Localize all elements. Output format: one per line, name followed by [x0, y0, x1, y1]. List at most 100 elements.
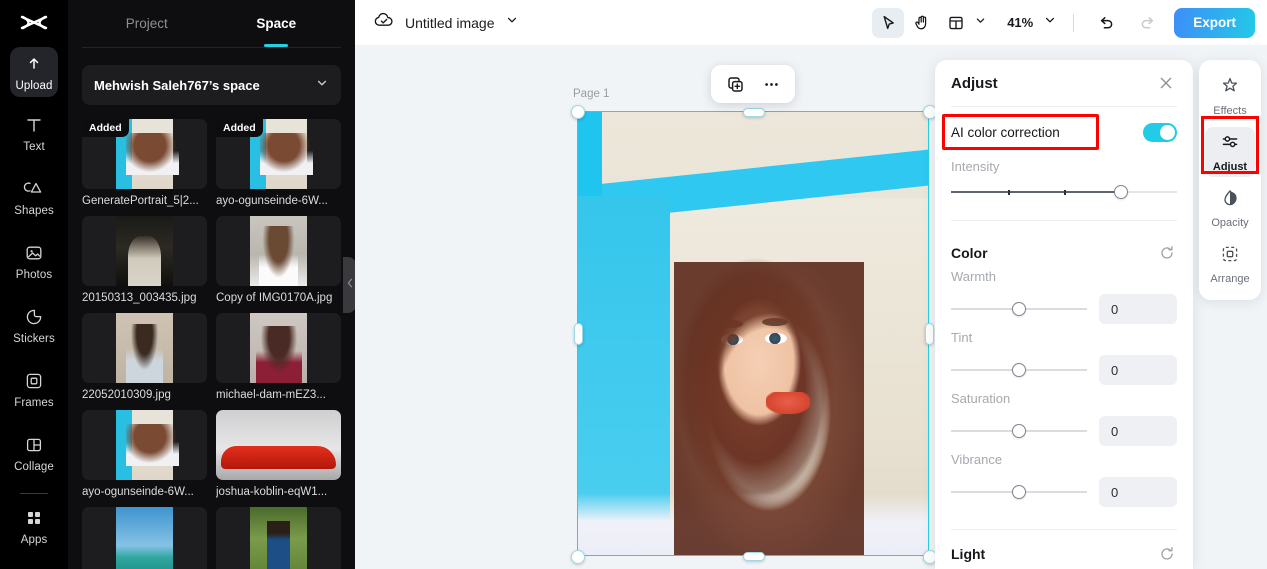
resize-handle-top-left[interactable] [571, 105, 585, 119]
zoom-chevron-down-icon[interactable] [1043, 13, 1057, 32]
top-toolbar: Untitled image 41% Export [355, 0, 1267, 45]
media-item[interactable]: joshua-koblin-eqW1... [216, 410, 341, 498]
tint-label: Tint [951, 330, 973, 345]
toolbar-divider [1073, 13, 1075, 32]
rail-item-label: Adjust [1212, 160, 1248, 173]
header-divider [951, 106, 1177, 107]
light-section-header: Light [951, 544, 1177, 564]
hand-tool-button[interactable] [906, 8, 938, 38]
canvas-image[interactable] [578, 112, 928, 555]
sidebar-item-apps[interactable]: Apps [0, 494, 68, 558]
resize-handle-bottom[interactable] [743, 552, 765, 561]
media-filename: 20150313_003435.jpg [82, 292, 197, 304]
rail-item-arrange[interactable]: Arrange [1199, 236, 1261, 292]
sidebar-item-stickers[interactable]: Stickers [0, 293, 68, 357]
ai-color-correction-toggle[interactable] [1143, 122, 1177, 142]
tint-slider[interactable] [951, 362, 1087, 378]
media-thumbnail[interactable] [216, 410, 341, 480]
media-item[interactable]: 22052010309.jpg [82, 313, 207, 401]
media-thumbnail[interactable] [82, 410, 207, 480]
resize-handle-right[interactable] [925, 323, 934, 345]
layout-chevron-down-icon[interactable] [974, 14, 993, 32]
sidebar-item-shapes[interactable]: Shapes [0, 165, 68, 229]
media-thumbnail[interactable] [216, 313, 341, 383]
sidebar-item-frames[interactable]: Frames [0, 357, 68, 421]
slider-thumb[interactable] [1012, 363, 1026, 377]
media-item[interactable]: Added GeneratePortrait_5|2... [82, 119, 207, 207]
saturation-slider[interactable] [951, 423, 1087, 439]
document-title[interactable]: Untitled image [405, 15, 495, 31]
media-item[interactable]: Added ayo-ogunseinde-6W... [216, 119, 341, 207]
resize-handle-left[interactable] [574, 323, 583, 345]
warmth-value-input[interactable]: 0 [1099, 294, 1177, 324]
media-item[interactable]: michael-dam-mEZ3... [216, 313, 341, 401]
media-thumbnail[interactable]: Added [216, 119, 341, 189]
media-thumbnail[interactable] [82, 313, 207, 383]
slider-thumb[interactable] [1012, 302, 1026, 316]
media-thumbnail[interactable]: Added [82, 119, 207, 189]
media-item[interactable] [216, 507, 341, 569]
zoom-level[interactable]: 41% [1003, 15, 1033, 30]
rail-item-adjust[interactable]: Adjust [1199, 124, 1261, 180]
vibrance-slider[interactable] [951, 484, 1087, 500]
rail-item-opacity[interactable]: Opacity [1199, 180, 1261, 236]
collapse-panel-button[interactable] [343, 256, 355, 313]
artboard[interactable] [578, 112, 928, 555]
media-thumbnail[interactable] [216, 507, 341, 569]
media-item[interactable] [82, 507, 207, 569]
space-selector[interactable]: Mehwish Saleh767’s space [82, 65, 341, 105]
reset-icon[interactable] [1157, 243, 1177, 263]
sidebar-item-label: Photos [15, 268, 53, 281]
sidebar-item-label: Shapes [14, 204, 54, 217]
media-item[interactable]: 20150313_003435.jpg [82, 216, 207, 304]
layout-tool-button[interactable] [940, 8, 972, 38]
resize-handle-top[interactable] [743, 108, 765, 117]
sidebar-item-collage[interactable]: Collage [0, 421, 68, 485]
text-icon [24, 114, 44, 136]
thumbnail-image [216, 410, 341, 480]
title-chevron-down-icon[interactable] [505, 13, 519, 32]
resize-handle-bottom-left[interactable] [571, 550, 585, 564]
export-button[interactable]: Export [1174, 7, 1255, 38]
warmth-slider[interactable] [951, 301, 1087, 317]
tab-space[interactable]: Space [212, 0, 342, 47]
media-thumbnail[interactable] [82, 507, 207, 569]
ai-color-correction-label: AI color correction [951, 124, 1060, 140]
select-tool-button[interactable] [872, 7, 905, 38]
photos-icon [24, 242, 44, 264]
adjust-panel-body: AI color correction Intensity Color Warm… [935, 111, 1193, 569]
duplicate-page-button[interactable] [719, 69, 751, 99]
sidebar-item-photos[interactable]: Photos [0, 229, 68, 293]
rail-item-effects[interactable]: Effects [1199, 68, 1261, 124]
capcut-logo[interactable] [0, 0, 68, 46]
close-icon[interactable] [1155, 72, 1177, 94]
sparkle-icon [1220, 76, 1240, 101]
arrange-icon [1220, 244, 1240, 269]
media-item[interactable]: ayo-ogunseinde-6W... [82, 410, 207, 498]
cloud-saved-icon[interactable] [373, 10, 395, 35]
sidebar-item-upload[interactable]: Upload [0, 43, 68, 101]
reset-icon[interactable] [1157, 544, 1177, 564]
intensity-slider-row [951, 184, 1177, 200]
tab-project[interactable]: Project [82, 0, 212, 47]
rail-item-label: Arrange [1210, 272, 1250, 285]
media-thumbnail[interactable] [216, 216, 341, 286]
slider-thumb[interactable] [1113, 185, 1128, 199]
undo-button[interactable] [1090, 8, 1122, 38]
media-item[interactable]: Copy of IMG0170A.jpg [216, 216, 341, 304]
slider-thumb[interactable] [1012, 485, 1026, 499]
tint-value-input[interactable]: 0 [1099, 355, 1177, 385]
sidebar-item-text[interactable]: Text [0, 101, 68, 165]
more-options-button[interactable] [755, 69, 787, 99]
space-name: Mehwish Saleh767’s space [94, 77, 260, 93]
redo-button[interactable] [1132, 8, 1164, 38]
floating-toolbar [711, 65, 795, 103]
intensity-slider[interactable] [951, 184, 1177, 200]
slider-thumb[interactable] [1012, 424, 1026, 438]
vibrance-value-input[interactable]: 0 [1099, 477, 1177, 507]
ai-color-correction-row[interactable]: AI color correction [942, 111, 1177, 153]
apps-icon [24, 507, 44, 529]
media-thumbnail[interactable] [82, 216, 207, 286]
adjust-panel-header: Adjust [935, 60, 1193, 106]
saturation-value-input[interactable]: 0 [1099, 416, 1177, 446]
